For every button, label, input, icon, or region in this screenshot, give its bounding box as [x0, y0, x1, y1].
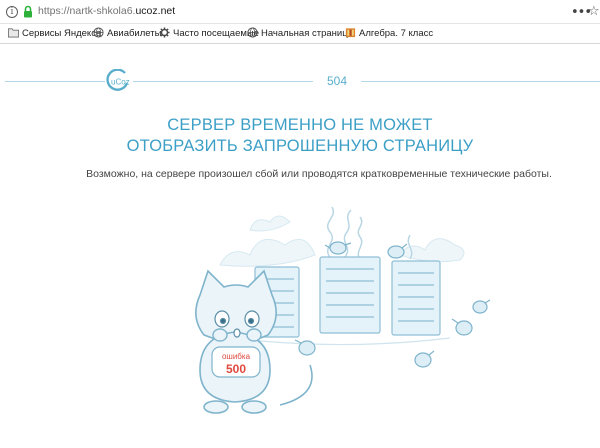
error-message: Возможно, на сервере произошел сбой или …: [86, 168, 552, 180]
bookmark-most-visited[interactable]: Часто посещаемые: [159, 27, 259, 41]
bookmark-yandex-services[interactable]: Сервисы Яндекса: [8, 27, 101, 41]
globe-icon: [93, 27, 104, 38]
globe-icon: [247, 27, 258, 38]
book-icon: [345, 28, 356, 38]
bookmark-algebra-7[interactable]: Алгебра. 7 класс: [345, 27, 433, 41]
error-title-line2: ОТОБРАЗИТЬ ЗАПРОШЕННУЮ СТРАНИЦУ: [126, 137, 474, 155]
bird-icon: [472, 299, 491, 314]
folder-icon: [8, 28, 19, 38]
floor-base: [249, 337, 451, 346]
error-code: 504: [326, 74, 348, 88]
url-text[interactable]: https://nartk-shkola6.ucoz.net: [38, 5, 175, 17]
server-rack-right: [391, 260, 441, 336]
header-line-middle: [133, 81, 313, 82]
header-line-right: [361, 81, 600, 82]
shirt-text: ошибка: [222, 352, 251, 361]
bookmark-home-page[interactable]: Начальная страница: [247, 27, 353, 41]
shirt-code: 500: [226, 362, 246, 376]
bird-icon: [294, 339, 316, 356]
header-line-left: [5, 81, 105, 82]
server-rack-center: [319, 256, 381, 334]
ucoz-logo-icon[interactable]: uCoz: [105, 69, 131, 93]
error-illustration: ошибка 500: [195, 206, 491, 414]
bookmarks-toolbar: Сервисы Яндекса Авиабилеты Часто посещае…: [0, 24, 600, 44]
shirt-label: ошибка 500: [211, 346, 261, 378]
gear-icon: [159, 27, 170, 38]
address-bar[interactable]: i https://nartk-shkola6.ucoz.net ••• ☆: [0, 0, 600, 24]
bookmark-avia[interactable]: Авиабилеты: [93, 27, 161, 41]
bookmark-star-icon[interactable]: ☆: [588, 4, 600, 19]
bird-icon: [414, 350, 435, 368]
lock-icon[interactable]: [23, 5, 33, 18]
svg-text:uCoz: uCoz: [111, 78, 130, 87]
bird-icon: [451, 318, 473, 336]
info-icon[interactable]: i: [6, 6, 18, 18]
error-title-line1: СЕРВЕР ВРЕМЕННО НЕ МОЖЕТ: [167, 116, 433, 134]
